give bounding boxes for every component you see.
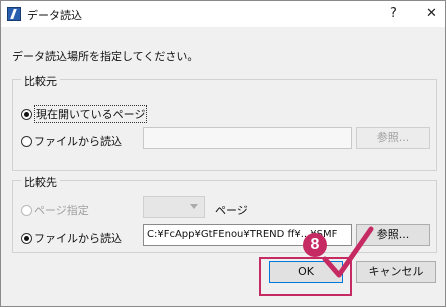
destination-group-label: 比較先 xyxy=(21,174,60,190)
radio-current-page-label: 現在開いているページ xyxy=(34,105,148,123)
help-button[interactable]: ? xyxy=(390,6,397,21)
data-load-dialog: データ読込 ? ✕ データ読込場所を指定してください。 比較元 現在開いているペ… xyxy=(0,0,446,307)
radio-unselected-icon xyxy=(21,135,32,147)
page-select[interactable] xyxy=(143,196,205,218)
source-browse-button[interactable]: 参照... xyxy=(356,127,430,149)
radio-dest-file-label: ファイルから読込 xyxy=(34,232,122,245)
radio-source-file[interactable]: ファイルから読込 xyxy=(21,133,122,149)
close-button[interactable]: ✕ xyxy=(426,6,437,21)
radio-dest-file[interactable]: ファイルから読込 xyxy=(21,230,122,246)
radio-current-page[interactable]: 現在開いているページ xyxy=(21,105,148,123)
radio-selected-icon xyxy=(21,108,32,120)
radio-page-specify-label: ページ指定 xyxy=(34,204,89,217)
radio-source-file-label: ファイルから読込 xyxy=(34,135,122,148)
source-group-label: 比較元 xyxy=(21,73,60,89)
page-suffix-label: ページ xyxy=(215,204,248,217)
window-title: データ読込 xyxy=(27,9,82,22)
chevron-down-icon xyxy=(190,204,198,209)
title-bar: データ読込 ? ✕ xyxy=(1,1,445,27)
source-group: 比較元 現在開いているページ ファイルから読込 参照... xyxy=(12,73,437,171)
radio-unselected-icon xyxy=(21,204,32,216)
instruction-text: データ読込場所を指定してください。 xyxy=(12,50,199,63)
radio-selected-icon xyxy=(21,232,32,244)
radio-page-specify[interactable]: ページ指定 xyxy=(21,202,89,218)
checkmark-icon xyxy=(322,226,374,278)
source-file-path-input[interactable] xyxy=(143,127,352,149)
dialog-body: データ読込場所を指定してください。 比較元 現在開いているページ ファイルから読… xyxy=(1,27,445,307)
checkmark-stroke xyxy=(322,226,374,278)
app-icon xyxy=(7,7,21,21)
